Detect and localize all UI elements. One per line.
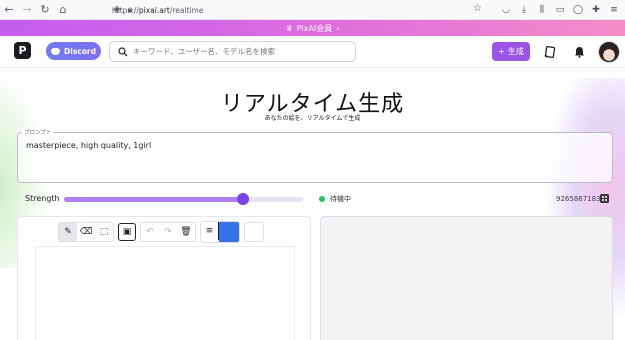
forward-icon[interactable]: → [18,1,36,19]
search-input[interactable] [133,47,353,56]
redo-icon[interactable]: ↷ [159,223,177,241]
app-header: P Discord + 生成 [0,36,625,68]
url-scheme: https:// [112,5,139,15]
bookmark-star-icon[interactable]: ☆ [473,3,482,14]
pencil-icon[interactable]: ✎ [59,223,77,241]
prompt-label: プロンプト [22,128,54,136]
main-content: リアルタイム生成 あなたの絵を、リアルタイムで生成 masterpiece, h… [0,68,625,340]
line-width-icon[interactable]: ≡ [201,222,219,240]
output-panel [320,216,613,340]
url-host: pixai.art [138,5,170,15]
discord-icon [51,47,61,55]
url-bar[interactable]: https://pixai.art/realtime [112,3,492,17]
eraser-icon[interactable]: ⌫ [77,223,95,241]
browser-toolbar: ← → ↻ ⌂ ◈ 🔒︎ https://pixai.art/realtime … [0,0,625,20]
account-icon[interactable]: ◯ [571,2,585,18]
back-icon[interactable]: ← [0,1,18,19]
tool-group: ✎ ⌫ ⬚ [58,222,114,242]
brush-color-swatch[interactable] [219,222,239,242]
prompt-value[interactable]: masterpiece, high quality, 1girl [26,141,151,150]
status-indicator: 待機中 [319,194,351,204]
menu-icon[interactable]: ≡ [607,2,621,18]
dice-icon[interactable] [600,194,609,203]
task-list-icon[interactable] [543,45,557,59]
discord-label: Discord [64,46,96,56]
status-dot [319,196,325,202]
plus-icon: + [498,47,505,56]
membership-label: PixAI会員 [296,23,333,33]
page-subtitle: あなたの絵を、リアルタイムで生成 [264,115,361,122]
generate-button[interactable]: + 生成 [492,42,530,61]
download-icon[interactable]: ⤓ [517,2,531,18]
drawing-canvas[interactable] [35,246,295,340]
style-group: ≡ [200,221,240,243]
seed-value: 9265867183 [556,195,601,203]
trash-icon[interactable]: 🗑︎ [177,223,195,241]
status-text: 待機中 [330,195,351,203]
image-icon[interactable]: ▣ [118,223,136,241]
prompt-field[interactable]: masterpiece, high quality, 1girl [17,132,613,183]
bell-icon[interactable] [572,45,586,59]
search-icon [118,46,128,56]
strength-label: Strength [25,194,60,203]
discord-button[interactable]: Discord [46,42,101,60]
pocket-icon[interactable]: ◡ [499,2,513,18]
reader-view-icon[interactable]: ▭ [553,2,567,18]
reload-icon[interactable]: ↻ [36,1,54,19]
drawing-panel: ✎ ⌫ ⬚ ▣ ↶ ↷ 🗑︎ ≡ [17,216,311,340]
strength-slider-fill [64,197,244,202]
generate-label: 生成 [507,47,524,56]
extensions-icon[interactable]: ✚ [589,2,603,18]
home-icon[interactable]: ⌂ [54,1,72,19]
user-avatar[interactable] [598,41,620,63]
crown-icon: ♛ [285,23,293,33]
pixai-logo[interactable]: P [14,42,31,59]
membership-banner[interactable]: ♛ PixAI会員 › [0,20,625,36]
chevron-right-icon: › [336,23,340,33]
undo-icon[interactable]: ↶ [141,223,159,241]
history-group: ↶ ↷ 🗑︎ [140,222,196,242]
search-bar[interactable] [109,41,356,62]
drawing-toolbar: ✎ ⌫ ⬚ ▣ ↶ ↷ 🗑︎ ≡ [58,221,264,243]
strength-slider[interactable] [64,193,303,205]
background-color-swatch[interactable] [244,222,264,242]
url-path: /realtime [169,5,204,15]
library-icon[interactable]: ⫼ [535,2,549,18]
select-icon[interactable]: ⬚ [95,223,113,241]
strength-slider-thumb[interactable] [237,193,250,205]
